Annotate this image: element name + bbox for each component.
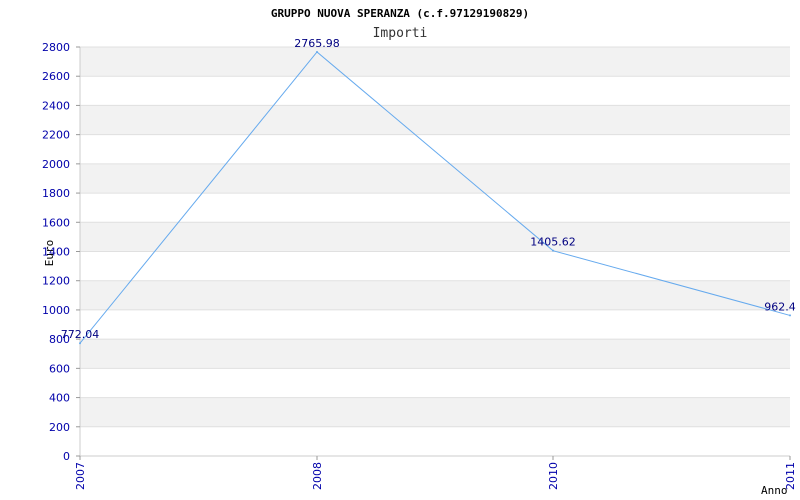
data-label: 962.4 <box>764 300 796 313</box>
data-point <box>552 249 554 252</box>
grid-band <box>80 47 790 77</box>
grid-band <box>80 163 790 194</box>
x-tick-label: 2008 <box>311 462 324 490</box>
data-point <box>79 342 81 345</box>
grid-band <box>80 339 790 369</box>
chart-subtitle: Importi <box>373 26 428 41</box>
grid-band <box>80 105 790 135</box>
line-chart: 0200400600800100012001400160018002000220… <box>42 7 797 497</box>
x-tick-label: 2010 <box>547 462 560 490</box>
y-tick-label: 2000 <box>42 158 70 171</box>
y-tick-label: 200 <box>49 421 70 434</box>
y-tick-label: 1200 <box>42 275 70 288</box>
y-tick-label: 1800 <box>42 187 70 200</box>
y-tick-label: 400 <box>49 392 70 405</box>
y-tick-label: 0 <box>63 450 70 463</box>
data-label: 2765.98 <box>294 37 340 50</box>
y-tick-label: 2600 <box>42 70 70 83</box>
y-tick-label: 2400 <box>42 99 70 112</box>
chart-title: GRUPPO NUOVA SPERANZA (c.f.97129190829) <box>271 7 529 20</box>
y-tick-label: 1600 <box>42 216 70 229</box>
grid-band <box>80 397 790 427</box>
y-tick-label: 1000 <box>42 304 70 317</box>
y-tick-label: 600 <box>49 362 70 375</box>
y-axis-label: Euro <box>43 240 56 267</box>
data-point <box>316 50 318 53</box>
data-point <box>789 314 791 317</box>
data-label: 1405.62 <box>530 236 576 249</box>
y-tick-label: 2800 <box>42 41 70 54</box>
grid-band <box>80 222 790 252</box>
x-axis-label: Anno <box>761 484 788 497</box>
x-tick-label: 2007 <box>74 462 87 490</box>
y-tick-label: 2200 <box>42 129 70 142</box>
grid-band <box>80 280 790 310</box>
data-label: 772.04 <box>61 328 100 341</box>
